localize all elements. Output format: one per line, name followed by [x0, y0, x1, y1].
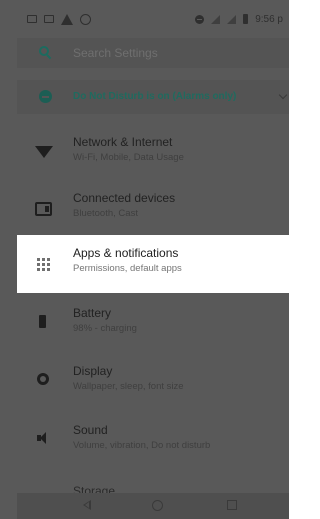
search-placeholder: Search Settings — [73, 46, 158, 60]
settings-item-apps-notifications[interactable]: Apps & notifications Permissions, defaul… — [17, 235, 289, 293]
item-title: Sound — [73, 423, 108, 437]
devices-icon — [35, 202, 52, 216]
item-title: Battery — [73, 306, 112, 320]
brightness-icon — [37, 373, 49, 385]
search-settings-bar[interactable]: Search Settings — [17, 38, 289, 68]
item-title: Display — [73, 364, 113, 378]
back-icon[interactable] — [83, 500, 91, 510]
item-subtitle: Permissions, default apps — [73, 263, 182, 274]
status-notifications — [27, 13, 91, 25]
sync-icon — [80, 13, 91, 25]
alert-icon — [61, 13, 73, 25]
settings-item-battery[interactable]: Battery 98% - charging — [17, 295, 289, 353]
do-not-disturb-icon — [195, 14, 205, 24]
settings-item-connected-devices[interactable]: Connected devices Bluetooth, Cast — [17, 180, 289, 238]
do-not-disturb-icon — [39, 90, 52, 103]
settings-item-network[interactable]: Network & Internet Wi-Fi, Mobile, Data U… — [17, 124, 289, 182]
item-subtitle: Wi-Fi, Mobile, Data Usage — [73, 152, 184, 163]
item-subtitle: Bluetooth, Cast — [73, 208, 138, 219]
apps-grid-icon — [37, 258, 50, 271]
signal-icon — [211, 14, 221, 24]
recents-icon[interactable] — [227, 500, 237, 510]
status-system: 9:56 p — [195, 14, 283, 25]
settings-item-sound[interactable]: Sound Volume, vibration, Do not disturb — [17, 412, 289, 470]
volume-icon — [37, 432, 49, 444]
battery-status-icon — [243, 14, 249, 24]
battery-icon — [39, 315, 46, 328]
item-title: Network & Internet — [73, 135, 173, 149]
settings-screen: 9:56 p Search Settings Do Not Disturb is… — [0, 0, 289, 519]
notification-icon — [27, 15, 37, 23]
status-time: 9:56 p — [255, 13, 283, 25]
home-icon[interactable] — [152, 500, 163, 511]
signal-icon — [227, 14, 237, 24]
item-title: Connected devices — [73, 191, 176, 205]
notification-icon — [44, 15, 54, 23]
dnd-banner-label: Do Not Disturb is on (Alarms only) — [73, 91, 237, 102]
item-subtitle: Volume, vibration, Do not disturb — [73, 440, 211, 451]
dnd-banner[interactable]: Do Not Disturb is on (Alarms only) — [17, 80, 289, 114]
chevron-down-icon[interactable] — [278, 90, 288, 100]
navigation-bar — [17, 493, 289, 519]
item-subtitle: Wallpaper, sleep, font size — [73, 381, 184, 392]
search-icon — [39, 46, 50, 57]
settings-item-display[interactable]: Display Wallpaper, sleep, font size — [17, 353, 289, 411]
item-title: Apps & notifications — [73, 246, 179, 260]
item-subtitle: 98% - charging — [73, 323, 137, 334]
wifi-icon — [35, 146, 53, 158]
status-bar: 9:56 p — [17, 0, 289, 38]
